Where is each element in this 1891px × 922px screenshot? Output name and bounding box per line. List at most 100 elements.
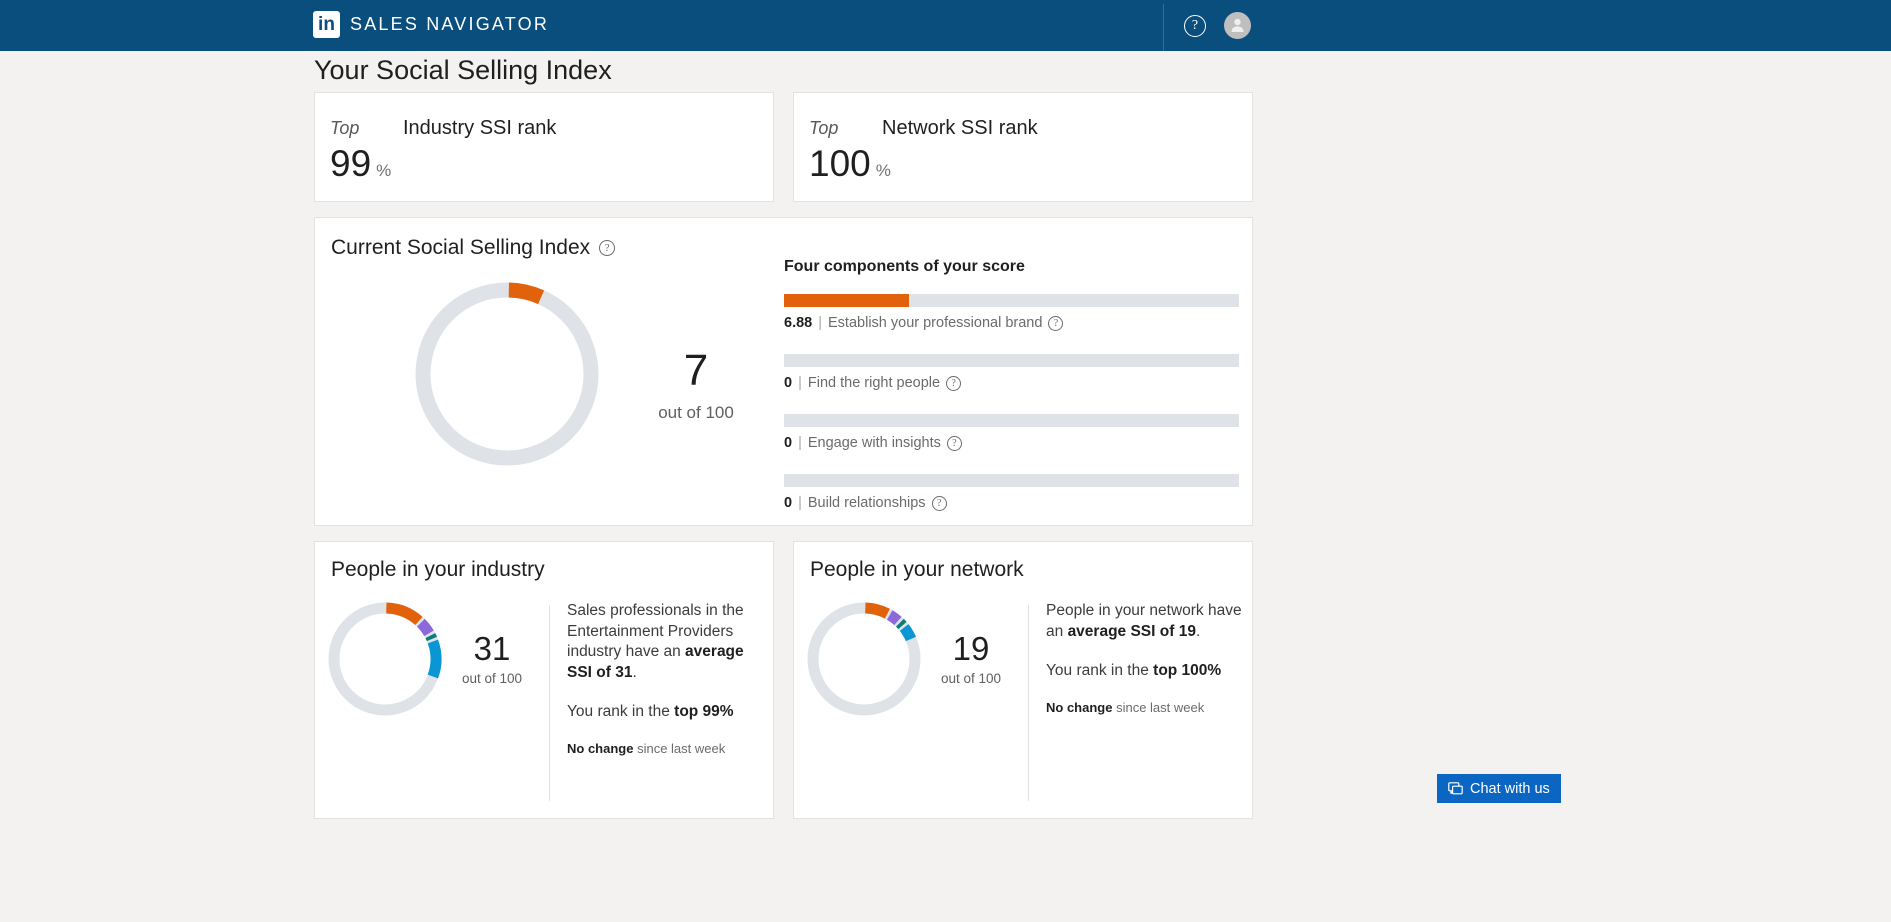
network-rank-bold: top 100% <box>1153 662 1222 680</box>
help-icon[interactable]: ? <box>931 495 947 511</box>
industry-ssi-rank-card: Top 99 % Industry SSI rank <box>314 92 774 202</box>
chat-bubble-icon <box>1448 781 1463 794</box>
network-rank-pre: You rank in the <box>1046 662 1154 680</box>
component-label-row: 0 | Engage with insights ? <box>784 435 1239 451</box>
rank-value: 99 <box>330 143 372 184</box>
donut-slice <box>425 633 437 642</box>
linkedin-icon-label: in <box>318 14 335 35</box>
component-label-row: 6.88 | Establish your professional brand… <box>784 315 1239 331</box>
component-row: 0 | Build relationships ? <box>784 474 1239 511</box>
card-divider <box>1028 605 1029 801</box>
donut-slice <box>427 639 442 679</box>
component-row: 0 | Engage with insights ? <box>784 414 1239 451</box>
help-icon[interactable]: ? <box>599 240 616 256</box>
industry-avg-post: . <box>632 663 637 681</box>
donut-slice <box>895 618 907 630</box>
component-separator: | <box>818 315 823 331</box>
donut-slice <box>899 624 916 642</box>
rank-top-label: Top <box>330 118 360 138</box>
rank-value-row: 99 % <box>330 143 391 185</box>
rank-value: 100 <box>809 143 871 184</box>
ssi-score-value: 7 <box>683 346 709 395</box>
network-change-post: since last week <box>1112 699 1205 715</box>
component-progress-track <box>784 474 1239 487</box>
brand-title: SALES NAVIGATOR <box>350 14 550 34</box>
donut-slice <box>416 618 434 637</box>
top-navbar: in SALES NAVIGATOR ? <box>0 0 1891 51</box>
network-donut-area: 19 out of 100 <box>802 597 1036 721</box>
network-avg-sentence: People in your network have an average S… <box>1046 601 1242 642</box>
component-progress-track <box>784 354 1239 367</box>
component-progress-track <box>784 294 1239 307</box>
help-icon[interactable]: ? <box>946 375 962 391</box>
donut-slice <box>385 602 423 626</box>
card-title: People in your network <box>810 558 1024 581</box>
rank-value-row: 100 % <box>809 143 891 185</box>
component-value: 6.88 <box>784 315 813 331</box>
network-score-box: 19 out of 100 <box>930 632 1012 686</box>
navbar-actions: ? <box>1184 0 1891 51</box>
industry-rank-bold: top 99% <box>674 703 734 721</box>
components-title: Four components of your score <box>784 258 1025 275</box>
industry-change-bold: No change <box>567 741 634 757</box>
current-ssi-heading-label: Current Social Selling Index <box>331 236 591 259</box>
card-title: People in your industry <box>331 558 545 581</box>
component-value: 0 <box>784 375 793 391</box>
ssi-score-sublabel: out of 100 <box>658 403 734 422</box>
industry-summary-text: Sales professionals in the Entertainment… <box>567 601 763 757</box>
ssi-donut-svg <box>415 282 599 466</box>
navbar-divider <box>1163 4 1164 51</box>
help-icon[interactable]: ? <box>1184 14 1206 37</box>
industry-score-value: 31 <box>473 630 511 667</box>
component-label: Find the right people <box>807 375 941 391</box>
rank-card-title: Industry SSI rank <box>403 117 557 139</box>
component-label: Establish your professional brand <box>828 315 1043 331</box>
current-ssi-heading: Current Social Selling Index ? <box>331 236 616 260</box>
component-label: Build relationships <box>807 495 926 511</box>
component-separator: | <box>798 435 802 451</box>
industry-avg-sentence: Sales professionals in the Entertainment… <box>567 601 763 683</box>
people-in-your-network-card: People in your network 19 out of 100 Peo… <box>793 541 1253 819</box>
component-label-row: 0 | Find the right people ? <box>784 375 1239 391</box>
score-components: Four components of your score 6.88 | Est… <box>784 258 1239 534</box>
network-avg-post: . <box>1195 622 1201 640</box>
rank-card-title: Network SSI rank <box>882 117 1038 139</box>
component-progress-fill <box>784 294 910 307</box>
chat-with-us-button[interactable]: Chat with us <box>1437 774 1561 803</box>
network-avg-bold: average SSI of 19 <box>1067 622 1196 640</box>
people-in-your-industry-card: People in your industry 31 out of 100 Sa… <box>314 541 774 819</box>
network-donut-svg <box>807 602 921 716</box>
network-score-value: 19 <box>952 630 990 667</box>
network-ssi-rank-card: Top 100 % Network SSI rank <box>793 92 1253 202</box>
rank-unit: % <box>376 161 392 180</box>
component-progress-track <box>784 414 1239 427</box>
industry-change-sentence: No change since last week <box>567 740 763 757</box>
linkedin-icon: in <box>313 11 340 38</box>
brand-logo[interactable]: in SALES NAVIGATOR <box>313 11 549 38</box>
network-rank-sentence: You rank in the top 100% <box>1046 661 1242 682</box>
component-label: Engage with insights <box>807 435 941 451</box>
user-icon <box>1231 18 1244 32</box>
component-value: 0 <box>784 435 793 451</box>
network-summary-text: People in your network have an average S… <box>1046 601 1242 716</box>
industry-donut-area: 31 out of 100 <box>323 597 557 721</box>
network-change-bold: No change <box>1046 699 1113 715</box>
page-title: Your Social Selling Index <box>314 55 612 85</box>
industry-rank-pre: You rank in the <box>567 703 675 721</box>
component-separator: | <box>798 495 802 511</box>
industry-score-box: 31 out of 100 <box>451 632 533 686</box>
industry-rank-sentence: You rank in the top 99% <box>567 702 763 723</box>
component-separator: | <box>798 375 802 391</box>
avatar[interactable] <box>1224 12 1251 39</box>
donut-slice <box>508 282 545 305</box>
chat-button-label: Chat with us <box>1470 780 1550 797</box>
rank-top-label: Top <box>809 118 839 138</box>
component-value: 0 <box>784 495 793 511</box>
industry-score-sublabel: out of 100 <box>461 671 523 686</box>
industry-change-post: since last week <box>633 741 726 757</box>
help-icon[interactable]: ? <box>1048 315 1064 331</box>
help-icon[interactable]: ? <box>946 435 962 451</box>
ssi-score-box: 7 out of 100 <box>621 349 771 423</box>
rank-unit: % <box>875 161 891 180</box>
component-label-row: 0 | Build relationships ? <box>784 495 1239 511</box>
